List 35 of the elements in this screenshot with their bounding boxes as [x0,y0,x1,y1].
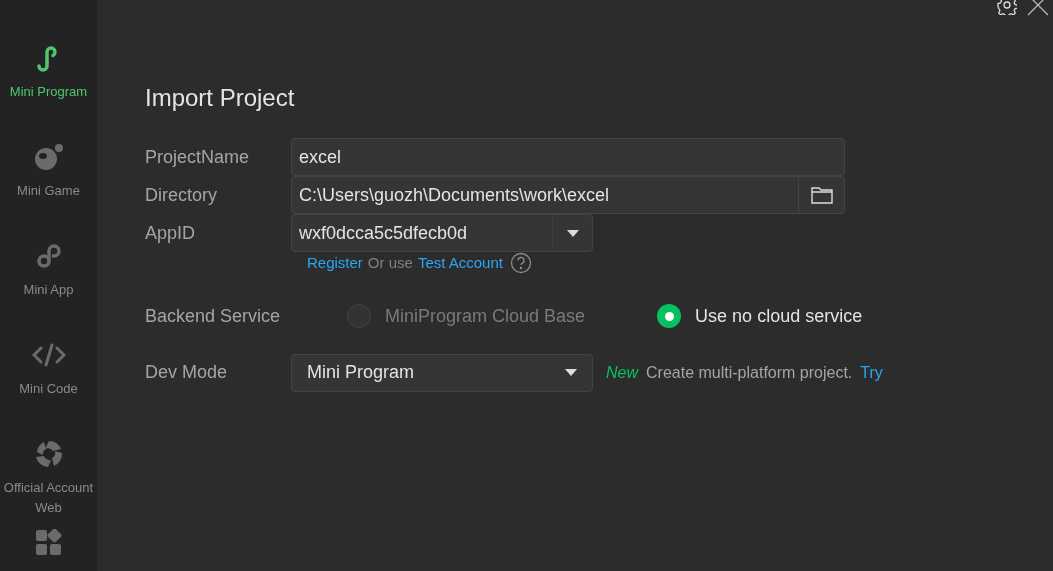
sidebar-item[interactable]: Official Account Web [0,436,97,535]
field-label: AppID [145,221,197,245]
close-icon[interactable] [1027,0,1049,16]
appid-dropdown[interactable]: wxf0dcca5c5dfecb0d [291,214,593,252]
sidebar-item[interactable]: Mini App [0,238,97,337]
sidebar-item[interactable]: Mini Code [0,337,97,436]
sidebar-item[interactable]: Mini Program [0,40,97,139]
sidebar-item[interactable]: Mini Game [0,139,97,238]
swirl-icon [33,439,64,469]
caret-icon [566,229,579,237]
settings-icon[interactable] [997,0,1017,15]
or-text: Or use [367,253,413,273]
field-label: ProjectName [145,145,251,169]
test-account-link[interactable]: Test Account [417,252,503,275]
caret-icon [565,369,577,376]
help-icon[interactable] [509,252,532,275]
field-value: Mini Program [307,361,415,384]
field-label: Dev Mode [145,361,229,384]
directory-field[interactable]: C:\Users\guozh\Documents\work\excel [291,176,845,214]
try-link[interactable]: Try [860,360,883,385]
page-title: Import Project [145,84,296,112]
radio-option[interactable]: Use no cloud service [657,302,863,330]
register-link[interactable]: Register [307,252,363,275]
field-value: C:\Users\guozh\Documents\work\excel [299,183,610,207]
new-label: New [606,362,638,383]
code-icon [31,343,66,367]
field-value: wxf0dcca5c5dfecb0d [299,221,468,245]
field-label: Directory [145,183,218,207]
planet-icon [32,143,65,171]
apps-icon [34,529,63,557]
folder-icon[interactable] [810,186,833,204]
dev-mode-dropdown[interactable]: Mini Program [291,353,593,392]
field-label: Backend Service [145,304,282,328]
text-field[interactable]: excel [291,138,845,176]
hint-text: Create multi-platform project. [646,362,853,383]
